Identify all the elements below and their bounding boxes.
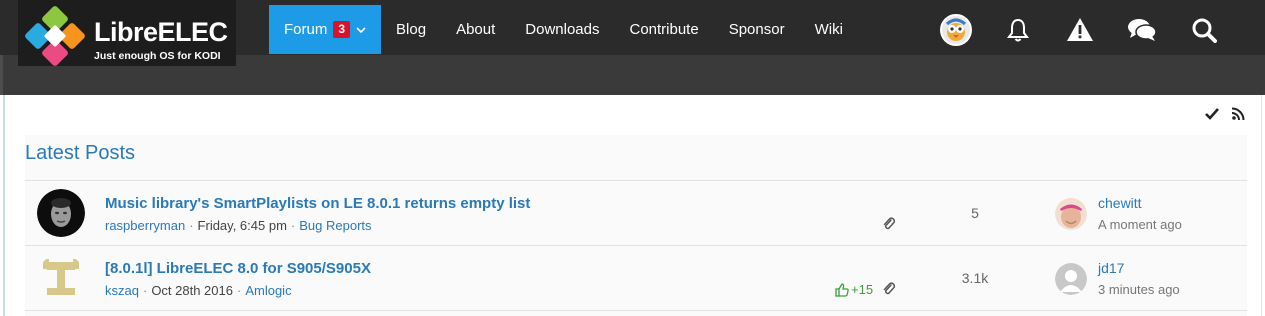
chat-icon: [1128, 18, 1157, 41]
content-frame: Latest Posts Music library's SmartPlayli…: [3, 95, 1262, 316]
last-poster-avatar[interactable]: [1055, 263, 1087, 295]
conversations-button[interactable]: [1111, 5, 1173, 54]
post-meta: raspberryman · Friday, 6:45 pm · Bug Reports: [105, 218, 372, 233]
warning-icon: [1067, 17, 1093, 41]
user-avatar: [940, 13, 972, 46]
post-list: Music library's SmartPlaylists on LE 8.0…: [25, 180, 1247, 311]
forum-notification-badge: 3: [333, 21, 351, 38]
post-title[interactable]: Music library's SmartPlaylists on LE 8.0…: [105, 195, 530, 212]
checkmark-icon: [1205, 108, 1219, 120]
rss-icon: [1231, 107, 1245, 121]
search-button[interactable]: [1173, 5, 1235, 54]
post-date: Oct 28th 2016: [151, 283, 233, 298]
reply-count: 5: [971, 205, 979, 221]
box-tools: [1205, 107, 1245, 121]
last-poster-name[interactable]: jd17: [1098, 260, 1124, 276]
search-icon: [1192, 18, 1217, 43]
nav-blog[interactable]: Blog: [381, 5, 441, 54]
last-poster-name[interactable]: chewitt: [1098, 195, 1142, 211]
post-meta: kszaq · Oct 28th 2016 · Amlogic: [105, 283, 292, 298]
site-logo[interactable]: LibreELEC Just enough OS for KODI: [18, 0, 236, 66]
last-poster-avatar[interactable]: [1055, 198, 1087, 230]
nav-about[interactable]: About: [441, 5, 510, 54]
post-author[interactable]: kszaq: [105, 283, 139, 298]
avatar[interactable]: [37, 254, 85, 302]
post-board[interactable]: Bug Reports: [299, 218, 371, 233]
post-date: Friday, 6:45 pm: [197, 218, 287, 233]
notifications-button[interactable]: [987, 5, 1049, 54]
section-title[interactable]: Latest Posts: [25, 142, 135, 165]
nav-contribute[interactable]: Contribute: [614, 5, 713, 54]
like-count-value: +15: [851, 282, 874, 297]
last-post-time: 3 minutes ago: [1098, 282, 1180, 297]
nav-sponsor[interactable]: Sponsor: [714, 5, 800, 54]
attachment-icon: [883, 282, 896, 295]
logo-tagline: Just enough OS for KODI: [94, 50, 221, 62]
avatar[interactable]: [37, 189, 85, 237]
nav-wiki[interactable]: Wiki: [800, 5, 858, 54]
main-nav: Forum 3 Blog About Downloads Contribute …: [269, 5, 858, 54]
like-count[interactable]: +15: [835, 282, 873, 297]
nav-forum-label: Forum: [284, 21, 328, 38]
rss-feed-button[interactable]: [1231, 107, 1245, 121]
post-author[interactable]: raspberryman: [105, 218, 185, 233]
list-item: [8.0.1l] LibreELEC 8.0 for S905/S905X ks…: [25, 246, 1247, 311]
libreelec-logo-icon: [25, 6, 85, 66]
nav-downloads[interactable]: Downloads: [510, 5, 614, 54]
list-item: Music library's SmartPlaylists on LE 8.0…: [25, 181, 1247, 246]
post-board[interactable]: Amlogic: [245, 283, 291, 298]
header-user-icons: [925, 5, 1235, 54]
bell-icon: [1007, 18, 1029, 41]
chevron-down-icon: [356, 26, 366, 33]
moderation-button[interactable]: [1049, 5, 1111, 54]
reply-count: 3.1k: [961, 270, 989, 286]
user-menu-button[interactable]: [925, 5, 987, 54]
logo-title: LibreELEC: [94, 17, 228, 47]
latest-posts-box: Latest Posts Music library's SmartPlayli…: [25, 135, 1247, 316]
thumbs-up-icon: [835, 282, 849, 297]
last-post-time: A moment ago: [1098, 217, 1182, 232]
post-title[interactable]: [8.0.1l] LibreELEC 8.0 for S905/S905X: [105, 260, 371, 277]
mark-all-read-button[interactable]: [1205, 107, 1219, 121]
page: LibreELEC Just enough OS for KODI Forum …: [0, 0, 1265, 316]
nav-forum[interactable]: Forum 3: [269, 5, 382, 54]
attachment-icon: [883, 217, 896, 230]
